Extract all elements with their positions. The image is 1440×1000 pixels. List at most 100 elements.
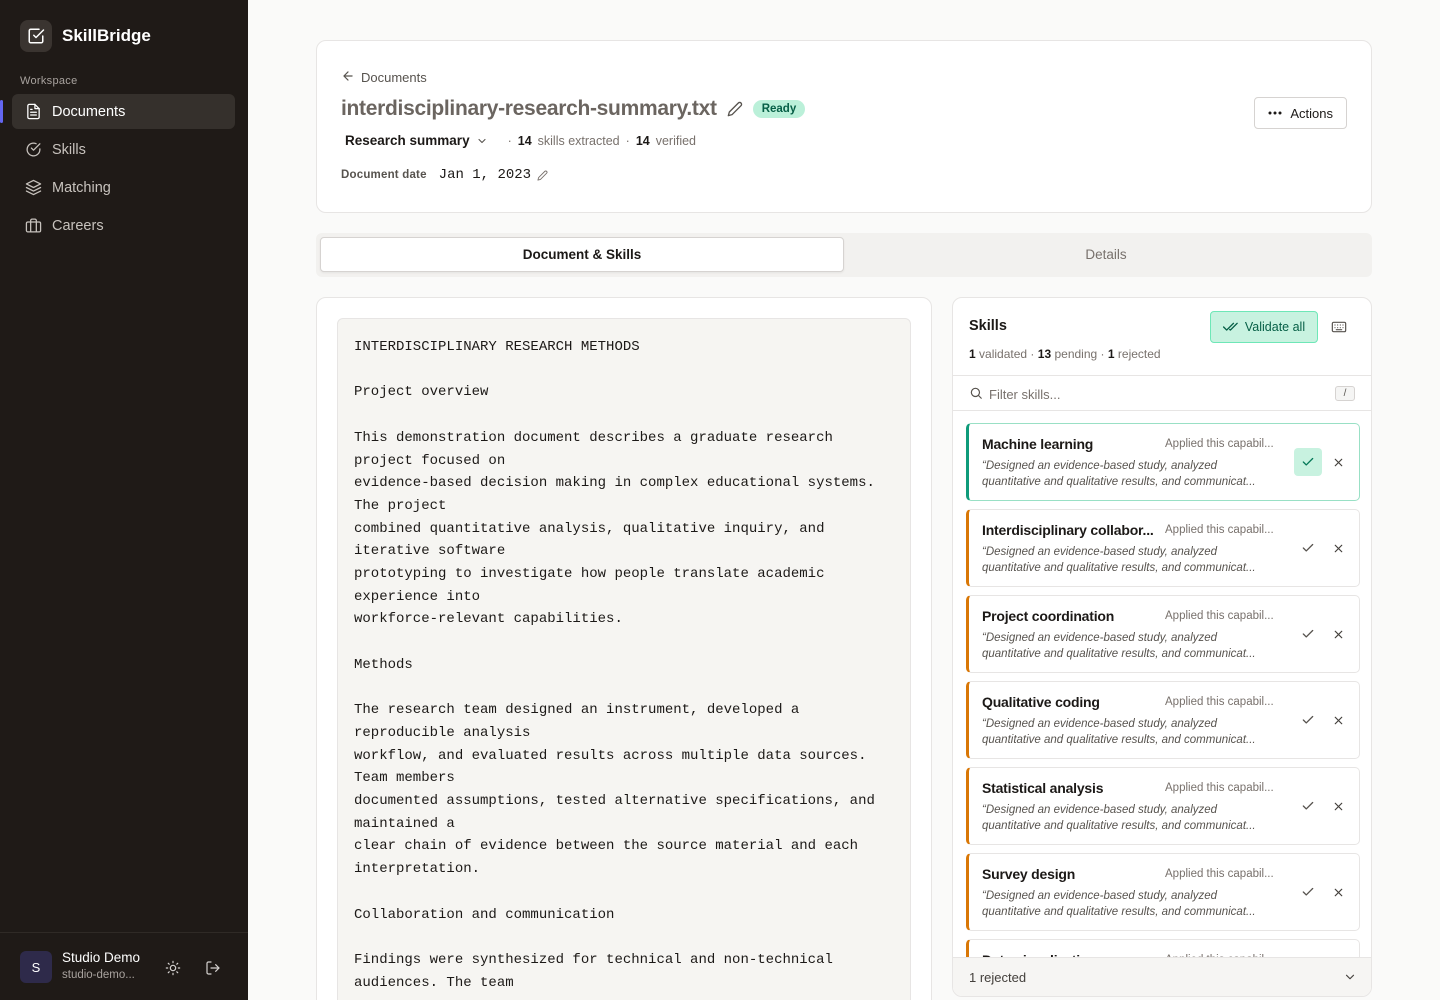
chevron-down-icon (476, 135, 488, 147)
accept-skill-button[interactable] (1294, 448, 1322, 476)
check-icon (1302, 715, 1314, 724)
verified-label: verified (655, 133, 697, 148)
skill-evidence-quote: “Designed an evidence-based study, analy… (982, 888, 1278, 920)
reject-skill-button[interactable] (1324, 534, 1352, 562)
sidebar-item-careers[interactable]: Careers (12, 208, 235, 243)
skill-applied-note: Applied this capabil... (1165, 696, 1274, 708)
skill-list: Machine learning Applied this capabil... “… (966, 423, 1360, 957)
pencil-small-icon[interactable] (537, 170, 548, 181)
filter-shortcut-key: / (1335, 386, 1355, 401)
close-icon (1334, 544, 1342, 552)
accept-skill-button[interactable] (1294, 878, 1322, 906)
skills-extracted-count: 14 (517, 133, 532, 148)
meta-separator: · (507, 133, 512, 148)
skills-extracted-label: skills extracted (537, 133, 620, 148)
count-separator: · (1100, 347, 1105, 361)
skill-card[interactable]: Interdisciplinary collabor... Applied thi… (966, 509, 1360, 587)
meta-separator: · (625, 133, 630, 148)
validate-all-label: Validate all (1244, 320, 1306, 334)
skill-card[interactable]: Statistical analysis Applied this capabil… (966, 767, 1360, 845)
checkbox-logo-icon (20, 20, 52, 52)
document-icon (24, 103, 42, 121)
tab-details[interactable]: Details (844, 237, 1368, 272)
skill-card[interactable]: Data visualizationApplied this capabil..… (966, 939, 1360, 957)
document-text: INTERDISCIPLINARY RESEARCH METHODS Proje… (337, 318, 911, 1000)
actions-label: Actions (1290, 105, 1333, 121)
reject-skill-button[interactable] (1324, 448, 1352, 476)
title-row: interdisciplinary-research-summary.txt R… (341, 97, 806, 121)
rejected-section-toggle[interactable]: 1 rejected (953, 957, 1371, 996)
skill-card[interactable]: Machine learning Applied this capabil... “… (966, 423, 1360, 501)
document-panel: INTERDISCIPLINARY RESEARCH METHODS Proje… (316, 297, 932, 1000)
skill-quote-line: quantitative and qualitative results, an… (982, 476, 1256, 488)
validate-all-button[interactable]: Validate all (1210, 311, 1318, 343)
skill-quote-line: “Designed an evidence-based study, analy… (982, 718, 1218, 730)
sidebar-item-label: Documents (52, 103, 126, 120)
user-bar: S Studio Demo studio-demo... (0, 932, 248, 1000)
pending-count: 13 (1037, 347, 1052, 361)
skill-name: Survey design (982, 866, 1076, 882)
skills-counts: 1 validated · 13 pending · 1 rejected (969, 347, 1161, 361)
avatar[interactable]: S (20, 951, 52, 983)
sidebar-item-skills[interactable]: Skills (12, 132, 235, 167)
close-icon (1334, 630, 1342, 638)
keyboard-icon[interactable] (1330, 318, 1348, 336)
sun-icon[interactable] (164, 959, 182, 977)
accept-skill-button[interactable] (1294, 792, 1322, 820)
reject-skill-button[interactable] (1324, 878, 1352, 906)
sidebar-item-label: Matching (52, 179, 111, 196)
skill-card[interactable]: Project coordination Applied this capabil… (966, 595, 1360, 673)
skill-name: Qualitative coding (982, 694, 1100, 710)
document-header: Documents interdisciplinary-research-sum… (316, 40, 1372, 213)
actions-button[interactable]: Actions (1254, 97, 1347, 129)
skills-panel-title: Skills (969, 318, 1007, 334)
validated-count: 1 (969, 347, 976, 361)
brand[interactable]: SkillBridge (20, 20, 151, 52)
briefcase-icon (24, 217, 42, 235)
sidebar-item-documents[interactable]: Documents (0, 94, 235, 129)
skills-filter-input[interactable] (989, 383, 1319, 405)
view-tabs: Document & Skills Details (316, 233, 1372, 277)
skill-name: Statistical analysis (982, 780, 1104, 796)
sidebar-item-label: Careers (52, 217, 104, 234)
sidebar-nav: Documents Skills Matching Careers (0, 94, 235, 246)
skill-evidence-quote: “Designed an evidence-based study, analy… (982, 716, 1278, 748)
sidebar-item-matching[interactable]: Matching (12, 170, 235, 205)
count-separator: · (1030, 347, 1035, 361)
search-icon (969, 386, 983, 405)
skill-card[interactable]: Qualitative coding Applied this capabil..… (966, 681, 1360, 759)
accept-skill-button[interactable] (1294, 534, 1322, 562)
doc-type-select[interactable]: Research summary (345, 133, 488, 148)
document-date-label: Document date (341, 169, 427, 181)
reject-skill-button[interactable] (1324, 706, 1352, 734)
meta-row: Research summary · 14 skills extracted ·… (345, 133, 696, 148)
skill-evidence-quote: “Designed an evidence-based study, analy… (982, 802, 1278, 834)
back-link[interactable]: Documents (341, 69, 427, 86)
double-check-icon (1222, 321, 1239, 333)
reject-skill-button[interactable] (1324, 620, 1352, 648)
skill-quote-line: quantitative and qualitative results, an… (982, 906, 1256, 918)
skill-quote-line: quantitative and qualitative results, an… (982, 820, 1256, 832)
skill-card[interactable]: Survey design Applied this capabil... “Des… (966, 853, 1360, 931)
user-name: Studio Demo (62, 950, 141, 965)
validated-label: validated (979, 347, 1028, 361)
tab-document-skills[interactable]: Document & Skills (320, 237, 844, 272)
skill-quote-line: “Designed an evidence-based study, analy… (982, 546, 1218, 558)
accept-skill-button[interactable] (1294, 706, 1322, 734)
check-icon (1302, 801, 1314, 810)
accept-skill-button[interactable] (1294, 620, 1322, 648)
skill-name: Machine learning (982, 436, 1094, 452)
skill-name: Interdisciplinary collabor... (982, 522, 1154, 538)
skills-panel: Skills 1 validated · 13 pending · 1 reje… (952, 297, 1372, 997)
skill-quote-line: “Designed an evidence-based study, analy… (982, 632, 1218, 644)
pencil-icon[interactable] (727, 101, 743, 117)
skill-applied-note: Applied this capabil... (1165, 782, 1274, 794)
check-icon (1302, 887, 1314, 896)
reject-skill-button[interactable] (1324, 792, 1352, 820)
back-link-label: Documents (361, 70, 427, 85)
chevron-down-icon (1343, 970, 1357, 989)
document-date-value[interactable]: Jan 1, 2023 (439, 167, 531, 183)
document-date-row: Document date Jan 1, 2023 (341, 167, 548, 183)
skill-quote-line: “Designed an evidence-based study, analy… (982, 460, 1218, 472)
logout-icon[interactable] (204, 959, 222, 977)
